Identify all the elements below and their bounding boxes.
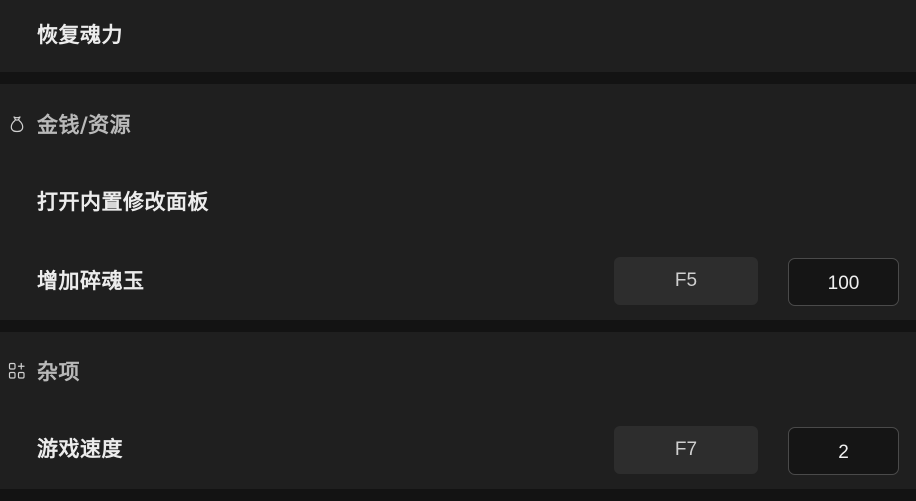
- restore-soul-panel: 恢复魂力: [0, 0, 916, 72]
- add-soul-jade-label: 增加碎魂玉: [37, 269, 145, 293]
- money-resources-panel: 金钱/资源 打开内置修改面板 增加碎魂玉 F5: [0, 84, 916, 320]
- hotkey-button-game-speed[interactable]: F7: [614, 426, 758, 474]
- hotkey-button-add-soul-jade[interactable]: F5: [614, 257, 758, 305]
- open-mod-panel-row[interactable]: 打开内置修改面板: [0, 171, 916, 231]
- game-speed-row: 游戏速度: [0, 418, 916, 478]
- value-input-game-speed[interactable]: [788, 427, 899, 475]
- value-input-add-soul-jade[interactable]: [788, 258, 899, 306]
- cheat-panel: 恢复魂力 金钱/资源 打开内置修改面板 增加碎魂玉 F5 100 杂项 游戏速度…: [0, 0, 916, 501]
- section-header-misc: 杂项: [0, 351, 916, 391]
- restore-soul-label: 恢复魂力: [37, 23, 123, 47]
- game-speed-label: 游戏速度: [37, 437, 123, 461]
- section-title-misc: 杂项: [37, 360, 80, 384]
- apps-add-icon: [8, 362, 26, 380]
- restore-soul-row[interactable]: 恢复魂力: [0, 4, 916, 64]
- misc-panel: 杂项 游戏速度 F7: [0, 332, 916, 489]
- section-header-money: 金钱/资源: [0, 104, 916, 144]
- section-title-money: 金钱/资源: [37, 113, 132, 137]
- money-bag-icon: [8, 115, 26, 133]
- add-soul-jade-row: 增加碎魂玉: [0, 250, 916, 310]
- open-mod-panel-label: 打开内置修改面板: [37, 190, 209, 214]
